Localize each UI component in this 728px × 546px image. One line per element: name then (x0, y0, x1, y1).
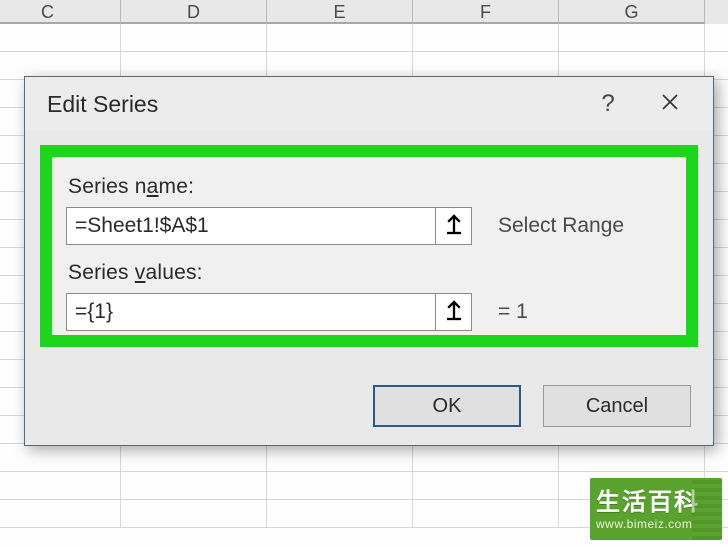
ok-button[interactable]: OK (373, 385, 521, 427)
spreadsheet-row[interactable] (0, 24, 728, 52)
cell[interactable] (267, 472, 413, 499)
cell[interactable] (0, 24, 121, 51)
cell[interactable] (413, 444, 559, 471)
cell[interactable] (0, 444, 121, 471)
dialog-button-row: OK Cancel (373, 385, 691, 427)
series-name-input[interactable] (67, 208, 435, 244)
cell[interactable] (121, 52, 267, 79)
cell[interactable] (121, 444, 267, 471)
cell[interactable] (121, 500, 267, 527)
series-name-label: Series name: (68, 175, 668, 199)
cell[interactable] (267, 444, 413, 471)
col-header-g[interactable]: G (559, 0, 705, 24)
cell[interactable] (559, 444, 705, 471)
series-values-input-wrap (66, 293, 472, 331)
close-icon (661, 91, 679, 117)
series-values-label: Series values: (68, 261, 668, 285)
cell[interactable] (267, 500, 413, 527)
series-name-row: Select Range (66, 207, 668, 245)
help-button[interactable]: ? (577, 81, 639, 127)
collapse-dialog-icon (445, 213, 463, 240)
close-button[interactable] (639, 81, 701, 127)
cell[interactable] (0, 52, 121, 79)
column-headers: C D E F G (0, 0, 728, 24)
cell[interactable] (0, 472, 121, 499)
col-header-d[interactable]: D (121, 0, 267, 24)
highlight-box: Series name: Select Range Series values: (40, 145, 698, 347)
edit-series-dialog: Edit Series ? Series name: Select Range (24, 76, 714, 446)
dialog-titlebar[interactable]: Edit Series ? (25, 77, 713, 131)
series-name-input-wrap (66, 207, 472, 245)
cell[interactable] (413, 24, 559, 51)
cell[interactable] (121, 24, 267, 51)
series-name-range-button[interactable] (435, 208, 471, 244)
spreadsheet-row[interactable] (0, 444, 728, 472)
col-header-f[interactable]: F (413, 0, 559, 24)
cell[interactable] (413, 500, 559, 527)
series-values-range-button[interactable] (435, 294, 471, 330)
cell[interactable] (413, 52, 559, 79)
cancel-button[interactable]: Cancel (543, 385, 691, 427)
cell[interactable] (559, 52, 705, 79)
series-values-input[interactable] (67, 294, 435, 330)
cell[interactable] (559, 24, 705, 51)
series-values-row: = 1 (66, 293, 668, 331)
series-name-hint: Select Range (498, 214, 624, 238)
collapse-dialog-icon (445, 299, 463, 326)
cell[interactable] (267, 52, 413, 79)
watermark: 生活百科 www.bimeiz.com (590, 478, 722, 540)
cell[interactable] (413, 472, 559, 499)
cell[interactable] (267, 24, 413, 51)
series-values-hint: = 1 (498, 300, 528, 324)
col-header-c[interactable]: C (0, 0, 121, 24)
dialog-title: Edit Series (47, 91, 577, 118)
cell[interactable] (0, 500, 121, 527)
cell[interactable] (121, 472, 267, 499)
col-header-e[interactable]: E (267, 0, 413, 24)
watermark-decoration (692, 478, 722, 540)
